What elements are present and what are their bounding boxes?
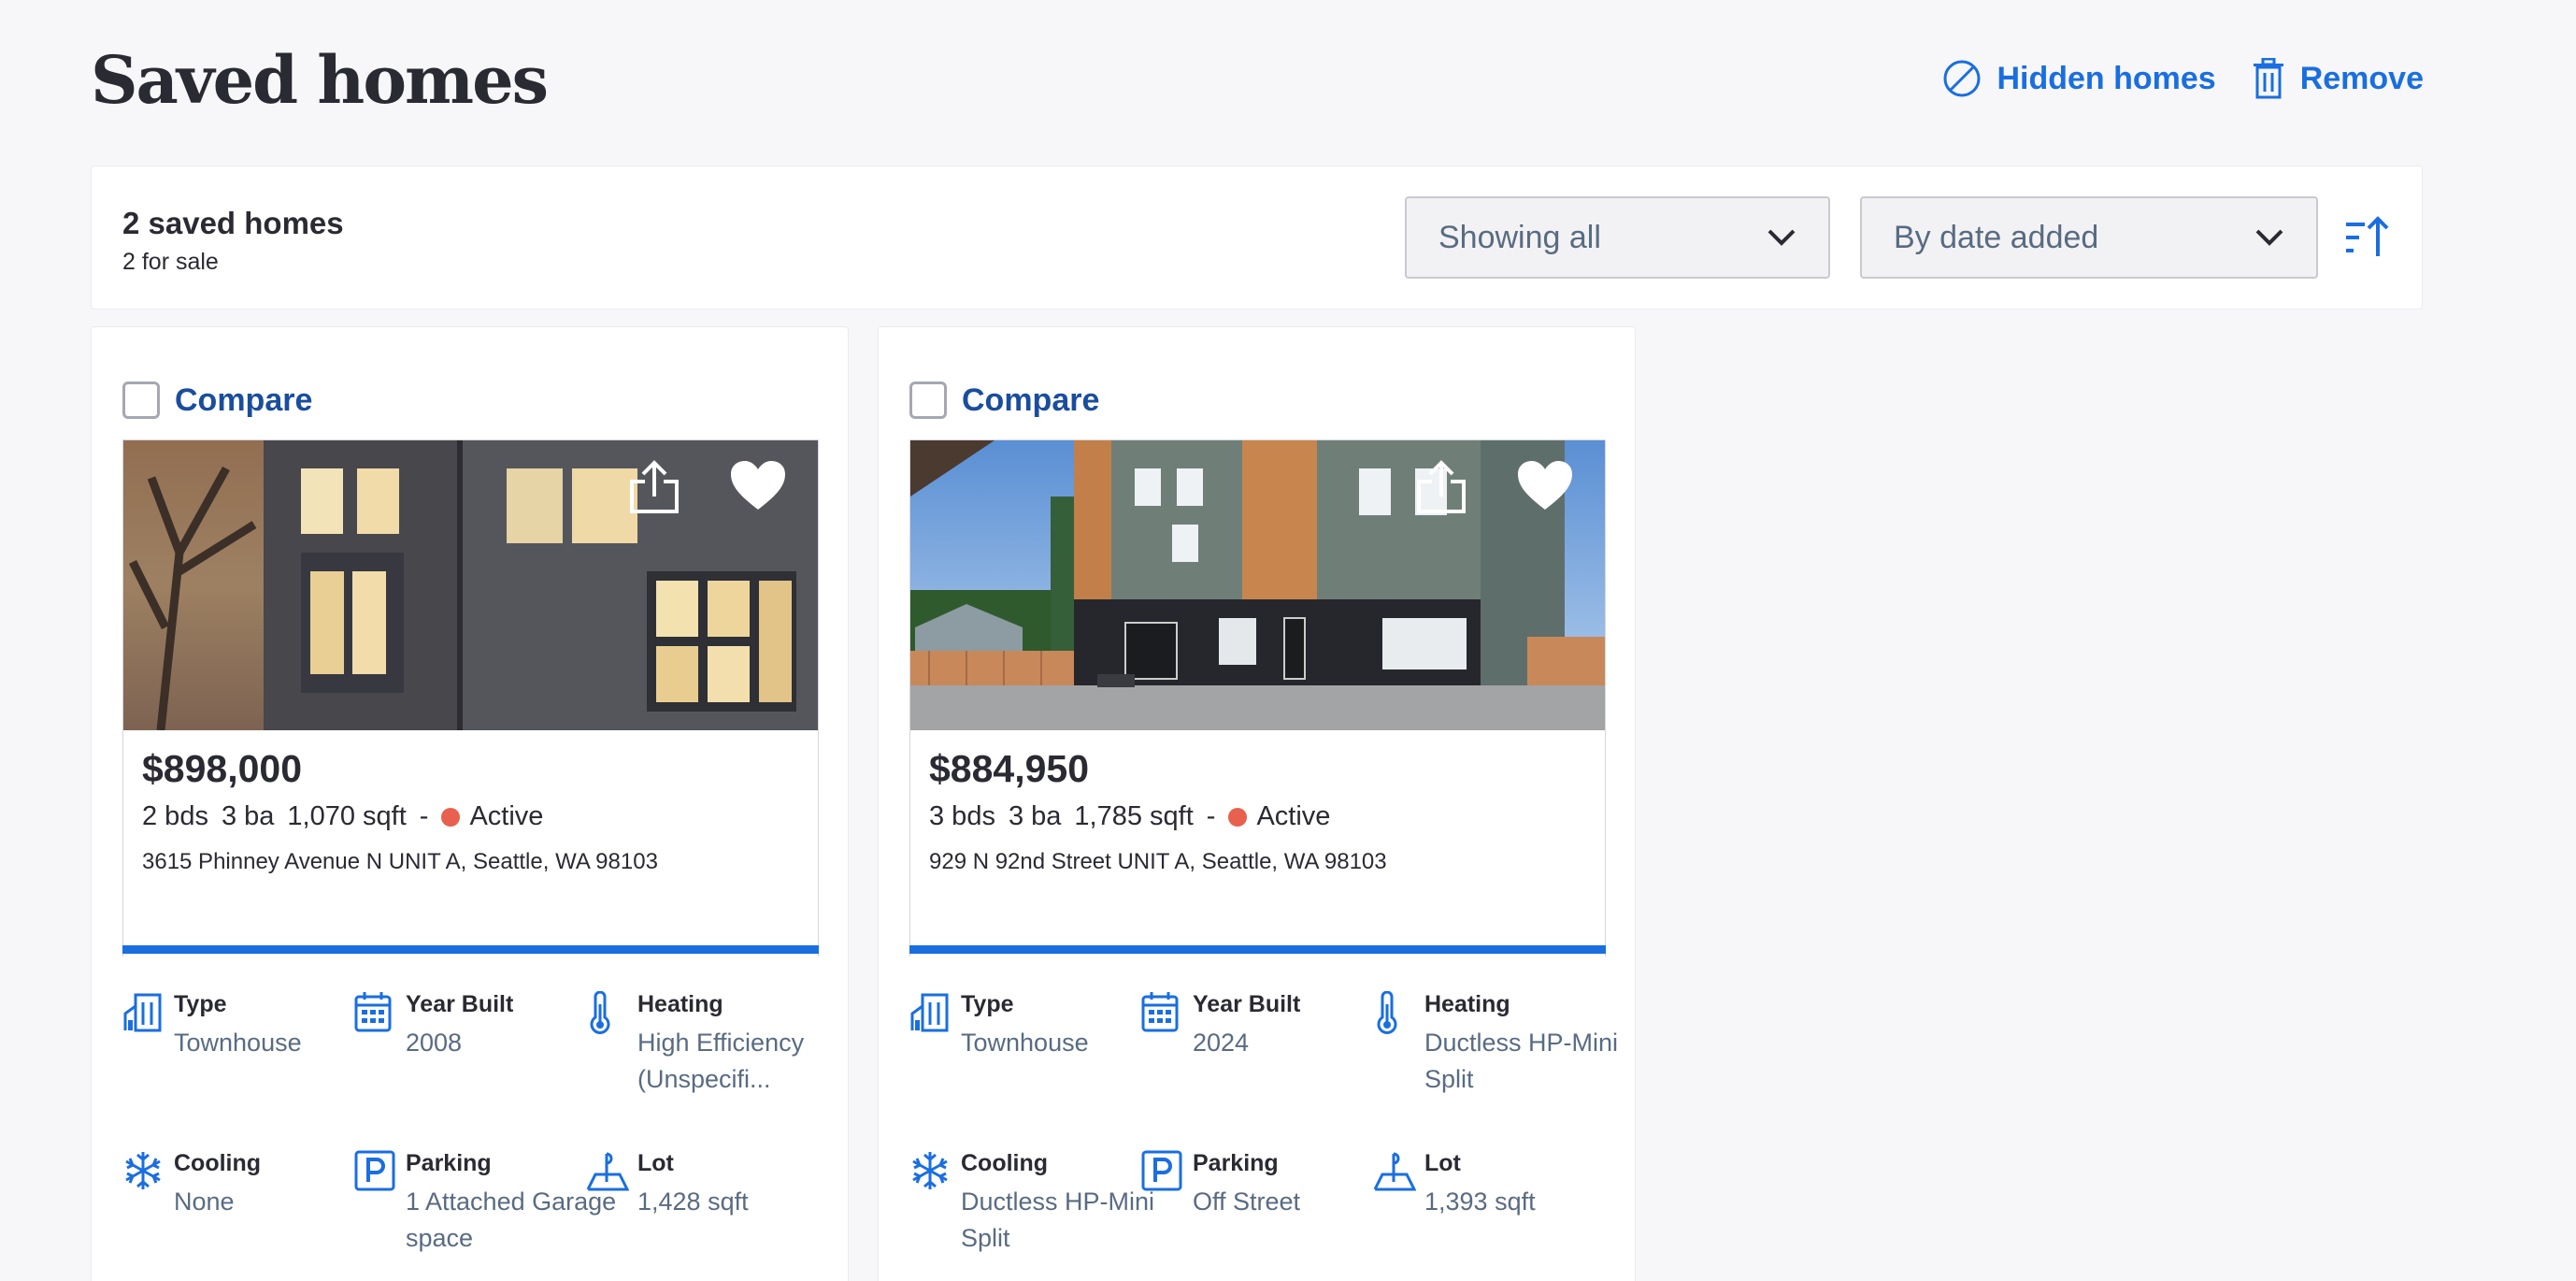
compare-checkbox[interactable] bbox=[122, 381, 160, 419]
attr-value: High Efficiency (Unspecifi... bbox=[637, 1029, 805, 1093]
saved-home-card: Compare bbox=[878, 326, 1636, 1281]
listing-accent-bar bbox=[122, 945, 819, 954]
listing-photo[interactable] bbox=[910, 440, 1605, 730]
sort-ascending-icon[interactable] bbox=[2344, 215, 2389, 258]
beds: 2 bds bbox=[142, 801, 208, 831]
heart-icon[interactable] bbox=[729, 459, 787, 511]
attr-label: Type bbox=[961, 991, 1014, 1017]
attr-label: Cooling bbox=[174, 1150, 262, 1176]
calendar-icon bbox=[1141, 992, 1179, 1032]
listing-address: 929 N 92nd Street UNIT A, Seattle, WA 98… bbox=[929, 849, 1387, 874]
listing-card[interactable]: $884,950 3 bds 3 ba 1,785 sqft - Active … bbox=[909, 439, 1606, 957]
attr-label: Cooling bbox=[961, 1150, 1049, 1176]
separator: - bbox=[419, 801, 429, 831]
attr-label: Heating bbox=[637, 991, 723, 1017]
listing-status: Active bbox=[469, 801, 544, 831]
sort-select-value: By date added bbox=[1894, 219, 2099, 255]
hidden-icon bbox=[1943, 60, 1981, 97]
remove-link[interactable]: Remove bbox=[2252, 58, 2424, 99]
attr-value: 1,393 sqft bbox=[1424, 1187, 1536, 1216]
attr-value: Ductless HP-Mini Split bbox=[1424, 1029, 1619, 1093]
baths: 3 ba bbox=[1008, 801, 1062, 831]
building-icon bbox=[123, 993, 162, 1032]
attr-label: Year Built bbox=[1193, 991, 1301, 1017]
compare-label: Compare bbox=[962, 381, 1100, 418]
attr-label: Year Built bbox=[406, 991, 514, 1017]
baths: 3 ba bbox=[221, 801, 275, 831]
attr-label: Type bbox=[174, 991, 227, 1017]
listing-status: Active bbox=[1256, 801, 1331, 831]
heart-icon[interactable] bbox=[1516, 459, 1574, 511]
attr-value: Ductless HP-Mini Split bbox=[961, 1187, 1155, 1252]
calendar-icon bbox=[354, 992, 392, 1032]
saved-homes-toolbar: 2 saved homes 2 for sale Showing all By … bbox=[91, 166, 2423, 309]
filter-select-value: Showing all bbox=[1438, 219, 1601, 255]
chevron-down-icon bbox=[2255, 229, 2283, 246]
listing-photo[interactable] bbox=[123, 440, 818, 730]
building-icon bbox=[910, 993, 949, 1032]
sqft: 1,070 sqft bbox=[287, 801, 407, 831]
status-dot bbox=[1228, 807, 1248, 827]
parking-icon bbox=[354, 1150, 395, 1191]
attr-value: 1,428 sqft bbox=[637, 1187, 749, 1216]
share-icon[interactable] bbox=[1413, 459, 1469, 515]
listing-price: $884,950 bbox=[929, 747, 1090, 790]
header-actions: Hidden homes Remove bbox=[1942, 58, 2424, 99]
sort-select[interactable]: By date added bbox=[1860, 196, 2318, 279]
remove-label: Remove bbox=[2299, 60, 2424, 96]
saved-home-card: Compare bbox=[91, 326, 849, 1281]
hidden-homes-link[interactable]: Hidden homes bbox=[1942, 59, 2216, 98]
lot-icon bbox=[586, 1152, 629, 1191]
page-title: Saved homes bbox=[91, 41, 549, 119]
attr-label: Lot bbox=[1424, 1150, 1461, 1176]
listing-price: $898,000 bbox=[142, 747, 303, 790]
attr-label: Parking bbox=[1193, 1150, 1279, 1176]
listing-accent-bar bbox=[909, 945, 1606, 954]
compare-toggle[interactable]: Compare bbox=[909, 381, 1099, 419]
for-sale-count: 2 for sale bbox=[122, 249, 219, 275]
attr-value: 1 Attached Garage space bbox=[406, 1187, 617, 1252]
snowflake-icon bbox=[125, 1152, 161, 1189]
thermometer-icon bbox=[1377, 991, 1397, 1034]
lot-icon bbox=[1373, 1152, 1416, 1191]
filter-select[interactable]: Showing all bbox=[1405, 196, 1830, 279]
trash-icon bbox=[2253, 58, 2283, 99]
sqft: 1,785 sqft bbox=[1074, 801, 1194, 831]
compare-label: Compare bbox=[175, 381, 313, 418]
beds: 3 bds bbox=[929, 801, 995, 831]
separator: - bbox=[1206, 801, 1216, 831]
listing-facts: 2 bds 3 ba 1,070 sqft - Active bbox=[142, 801, 556, 832]
listing-facts: 3 bds 3 ba 1,785 sqft - Active bbox=[929, 801, 1343, 832]
saved-count: 2 saved homes bbox=[122, 206, 344, 240]
compare-toggle[interactable]: Compare bbox=[122, 381, 312, 419]
attr-label: Heating bbox=[1424, 991, 1510, 1017]
hidden-homes-label: Hidden homes bbox=[1996, 60, 2216, 96]
compare-checkbox[interactable] bbox=[909, 381, 947, 419]
chevron-down-icon bbox=[1767, 229, 1796, 246]
parking-icon bbox=[1141, 1150, 1182, 1191]
thermometer-icon bbox=[590, 991, 610, 1034]
share-icon[interactable] bbox=[626, 459, 682, 515]
status-dot bbox=[441, 807, 461, 827]
listing-card[interactable]: $898,000 2 bds 3 ba 1,070 sqft - Active … bbox=[122, 439, 819, 957]
attr-label: Lot bbox=[637, 1150, 674, 1176]
snowflake-icon bbox=[912, 1152, 948, 1189]
listing-address: 3615 Phinney Avenue N UNIT A, Seattle, W… bbox=[142, 849, 658, 874]
attr-label: Parking bbox=[406, 1150, 492, 1176]
